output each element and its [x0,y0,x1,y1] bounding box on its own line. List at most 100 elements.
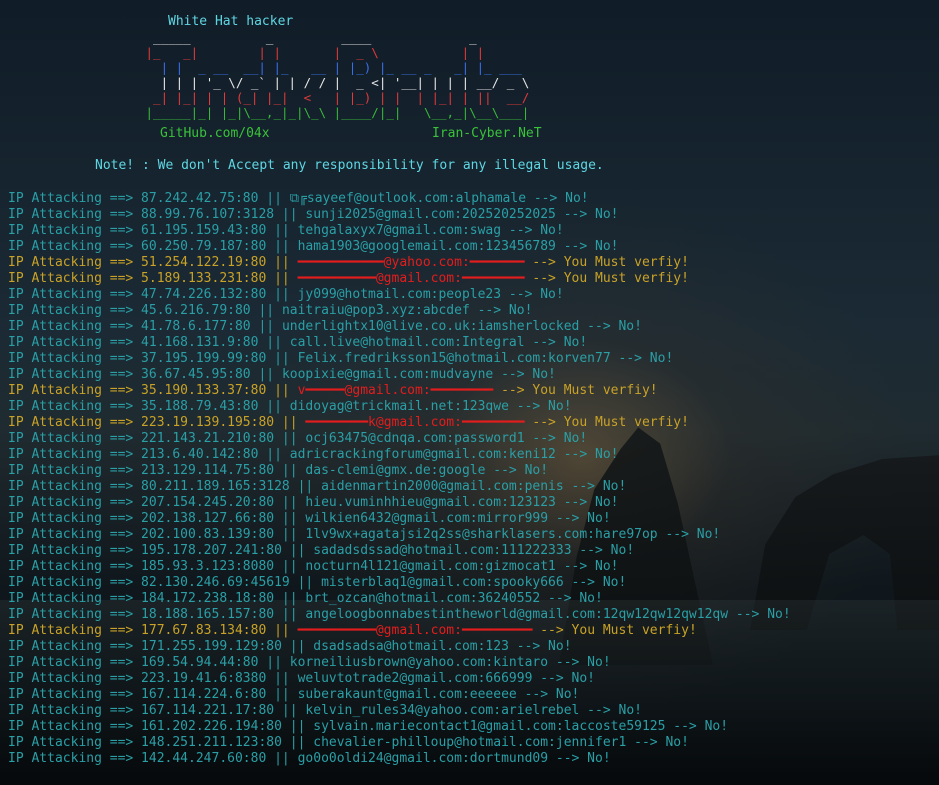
log-prefix: IP Attacking ==> 47.74.226.132:80 || [8,287,298,302]
log-line: IP Attacking ==> 87.242.42.75:80 || ⧉╔sa… [8,191,791,207]
log-line: IP Attacking ==> 223.19.41.6:8380 || wel… [8,671,791,687]
log-prefix: IP Attacking ==> 142.44.247.60:80 || [8,751,298,766]
log-result: didoyag@trickmail.net:123qwe --> No! [289,399,572,414]
log-line: IP Attacking ==> 213.6.40.142:80 || adri… [8,447,791,463]
banner-title: White Hat hacker [168,14,294,29]
log-prefix: IP Attacking ==> 60.250.79.187:80 || [8,239,298,254]
log-prefix: IP Attacking ==> 161.202.226.194:80 || [8,719,314,734]
log-prefix: IP Attacking ==> 35.188.79.43:80 || [8,399,290,414]
log-line: IP Attacking ==> 202.100.83.139:80 || 1l… [8,527,791,543]
log-line: IP Attacking ==> 18.188.165.157:80 || an… [8,607,791,623]
log-result: suberakaunt@gmail.com:eeeeee --> No! [297,687,580,702]
log-result: --> You Must verfiy! [524,415,689,430]
log-line: IP Attacking ==> 202.138.127.66:80 || wi… [8,511,791,527]
log-line: IP Attacking ==> 41.78.6.177:80 || under… [8,319,791,335]
log-prefix: IP Attacking ==> 88.99.76.107:3128 || [8,207,306,222]
log-prefix: IP Attacking ==> 223.19.139.195:80 || [8,415,306,430]
log-prefix: IP Attacking ==> 5.189.133.231:80 || [8,271,298,286]
log-result: korneiliusbrown@yahoo.com:kintaro --> No… [289,655,611,670]
log-result: das-clemi@gmx.de:google --> No! [305,463,549,478]
log-prefix: IP Attacking ==> 177.67.83.134:80 || [8,623,298,638]
log-result: sunji2025@gmail.com:202520252025 --> No! [305,207,619,222]
log-prefix: IP Attacking ==> 185.93.3.123:8080 || [8,559,306,574]
log-prefix: IP Attacking ==> 80.211.189.165:3128 || [8,479,322,494]
log-result: weluvtotrade2@gmail.com:666999 --> No! [297,671,596,686]
log-prefix: IP Attacking ==> 202.100.83.139:80 || [8,527,306,542]
log-result: ⧉╔sayeef@outlook.com:alphamale --> No! [289,191,589,206]
log-prefix: IP Attacking ==> 223.19.41.6:8380 || [8,671,298,686]
log-line: IP Attacking ==> 167.114.224.6:80 || sub… [8,687,791,703]
log-result: wilkien6432@gmail.com:mirror999 --> No! [305,511,611,526]
ascii-logo-line: |_____|_| |_|\__,_|_|\_\ |____/|_| \__,_… [138,105,530,120]
log-line-hit: IP Attacking ==> 177.67.83.134:80 || ━━━… [8,623,791,639]
ascii-logo-line: | | | '_ \/ _` | | / / | _ <| '__| | | |… [138,75,530,90]
ascii-logo: _____ _ ____ _ |_ _| | | | _ \ | | | | _… [138,30,530,120]
github-credit: GitHub.com/04x [160,126,270,141]
site-credit: Iran-Cyber.NeT [432,126,542,141]
ascii-logo-line: _____ _ ____ _ [138,30,477,45]
terminal-window[interactable]: White Hat hacker _____ _ ____ _ |_ _| | … [0,0,939,785]
log-prefix: IP Attacking ==> 82.130.246.69:45619 || [8,575,322,590]
log-result: underlightx10@live.co.uk:iamsherlocked -… [281,319,642,334]
redacted-credential: ━━━━━━━━━━@gmail.com:━━━━━━━━ [297,271,525,286]
log-result: naitraiu@pop3.xyz:abcdef --> No! [281,303,533,318]
log-result: aidenmartin2000@gmail.com:penis --> No! [321,479,627,494]
disclaimer-note: Note! : We don't Accept any responsibili… [95,158,604,173]
log-prefix: IP Attacking ==> 45.6.216.79:80 || [8,303,282,318]
log-prefix: IP Attacking ==> 61.195.159.43:80 || [8,223,298,238]
log-result: koopixie@gmail.com:mudvayne --> No! [281,367,556,382]
log-line-hit: IP Attacking ==> 223.19.139.195:80 || ━━… [8,415,791,431]
log-line: IP Attacking ==> 41.168.131.9:80 || call… [8,335,791,351]
log-prefix: IP Attacking ==> 51.254.122.19:80 || [8,255,298,270]
log-result: chevalier-philloup@hotmail.com:jennifer1… [313,735,689,750]
log-result: kelvin_rules34@yahoo.com:arielrebel --> … [305,703,642,718]
ascii-logo-line: _| |_| | | (_| |_| < | |_) | | | |_| | |… [138,90,530,105]
log-prefix: IP Attacking ==> 195.178.207.241:80 || [8,543,314,558]
log-line-hit: IP Attacking ==> 35.190.133.37:80 || v━━… [8,383,791,399]
log-prefix: IP Attacking ==> 36.67.45.95:80 || [8,367,282,382]
ascii-logo-line: |_ _| | | | _ \ | | [138,45,485,60]
log-result: --> You Must verfiy! [524,271,689,286]
log-result: hama1903@googlemail.com:123456789 --> No… [297,239,619,254]
redacted-credential: v━━━━━@gmail.com:━━━━━━━━ [297,383,494,398]
log-line: IP Attacking ==> 161.202.226.194:80 || s… [8,719,791,735]
log-result: ocj63475@cdnqa.com:password1 --> No! [305,431,588,446]
log-line: IP Attacking ==> 221.143.21.210:80 || oc… [8,431,791,447]
log-line: IP Attacking ==> 80.211.189.165:3128 || … [8,479,791,495]
log-line-hit: IP Attacking ==> 51.254.122.19:80 || ━━━… [8,255,791,271]
log-line: IP Attacking ==> 82.130.246.69:45619 || … [8,575,791,591]
log-prefix: IP Attacking ==> 37.195.199.99:80 || [8,351,298,366]
log-line: IP Attacking ==> 171.255.199.129:80 || d… [8,639,791,655]
log-prefix: IP Attacking ==> 148.251.211.123:80 || [8,735,314,750]
redacted-credential: ━━━━━━━━━━━@yahoo.com:━━━━━━━ [297,255,525,270]
log-result: angeloogbonnabestintheworld@gmail.com:12… [305,607,791,622]
log-prefix: IP Attacking ==> 167.114.224.6:80 || [8,687,298,702]
log-line: IP Attacking ==> 185.93.3.123:8080 || no… [8,559,791,575]
log-prefix: IP Attacking ==> 41.168.131.9:80 || [8,335,290,350]
log-line: IP Attacking ==> 47.74.226.132:80 || jy0… [8,287,791,303]
log-line: IP Attacking ==> 184.172.238.18:80 || br… [8,591,791,607]
log-prefix: IP Attacking ==> 207.154.245.20:80 || [8,495,306,510]
log-result: adricrackingforum@gmail.com:keni12 --> N… [289,447,619,462]
attack-log: IP Attacking ==> 87.242.42.75:80 || ⧉╔sa… [8,191,791,767]
log-result: brt_ozcan@hotmail.com:36240552 --> No! [305,591,603,606]
log-result: tehgalaxyx7@gmail.com:swag --> No! [297,223,564,238]
redacted-credential: ━━━━━━━━k@gmail.com:━━━━━━━━ [305,415,525,430]
log-line: IP Attacking ==> 142.44.247.60:80 || go0… [8,751,791,767]
redacted-credential: ━━━━━━━━━━@gmail.com:━━━━━━━━━ [297,623,533,638]
log-prefix: IP Attacking ==> 167.114.221.17:80 || [8,703,306,718]
log-result: sadadsdssad@hotmail.com:111222333 --> No… [313,543,635,558]
log-line: IP Attacking ==> 61.195.159.43:80 || teh… [8,223,791,239]
log-line: IP Attacking ==> 213.129.114.75:80 || da… [8,463,791,479]
log-prefix: IP Attacking ==> 213.129.114.75:80 || [8,463,306,478]
log-prefix: IP Attacking ==> 35.190.133.37:80 || [8,383,298,398]
log-result: go0o0oldi24@gmail.com:dortmund09 --> No! [297,751,611,766]
ascii-logo-line: | | _ __ __| |_ __ | |_) |_ __ _ _| |_ _… [138,60,522,75]
log-line: IP Attacking ==> 88.99.76.107:3128 || su… [8,207,791,223]
log-line-hit: IP Attacking ==> 5.189.133.231:80 || ━━━… [8,271,791,287]
log-result: call.live@hotmail.com:Integral --> No! [289,335,588,350]
log-prefix: IP Attacking ==> 87.242.42.75:80 || [8,191,290,206]
log-result: jy099@hotmail.com:people23 --> No! [297,287,564,302]
log-line: IP Attacking ==> 36.67.45.95:80 || koopi… [8,367,791,383]
log-line: IP Attacking ==> 207.154.245.20:80 || hi… [8,495,791,511]
